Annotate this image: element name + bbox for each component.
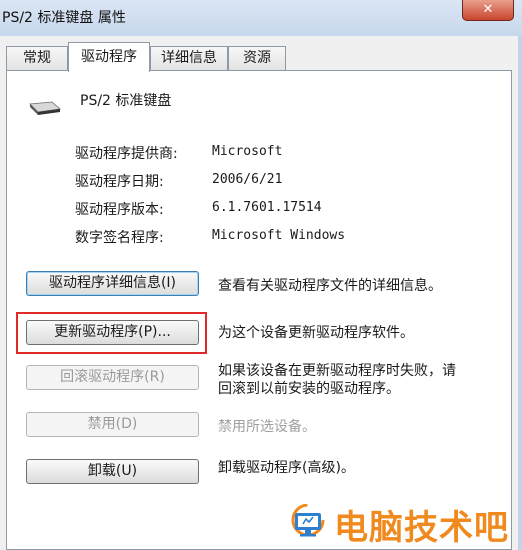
title-bar[interactable]: PS/2 标准键盘 属性 ✕ [0, 0, 522, 36]
uninstall-button[interactable]: 卸载(U) [26, 459, 199, 484]
tab-general[interactable]: 常规 [6, 46, 68, 70]
tab-label: 详细信息 [161, 50, 217, 66]
version-value: 6.1.7601.17514 [212, 200, 322, 215]
tab-details[interactable]: 详细信息 [150, 46, 228, 70]
tab-label: 常规 [23, 50, 51, 66]
driver-details-description: 查看有关驱动程序文件的详细信息。 [218, 278, 442, 294]
version-label: 驱动程序版本: [75, 202, 164, 218]
watermark-text: 电脑技术吧 [334, 508, 509, 548]
rollback-driver-description-line2: 回滚到以前安装的驱动程序。 [218, 381, 400, 397]
disable-button[interactable]: 禁用(D) [26, 412, 199, 437]
tab-label: 资源 [243, 50, 271, 66]
monitor-logo-icon [291, 504, 325, 537]
update-driver-description: 为这个设备更新驱动程序软件。 [218, 325, 414, 341]
watermark: 电脑技术吧 [282, 496, 522, 550]
uninstall-description: 卸载驱动程序(高级)。 [218, 460, 355, 476]
date-value: 2006/6/21 [212, 172, 283, 187]
provider-value: Microsoft [212, 144, 283, 159]
close-icon: ✕ [482, 2, 494, 17]
provider-label: 驱动程序提供商: [75, 146, 178, 162]
device-name: PS/2 标准键盘 [80, 93, 172, 109]
keyboard-icon [29, 101, 61, 115]
date-label: 驱动程序日期: [75, 174, 164, 190]
window-title: PS/2 标准键盘 属性 [2, 10, 126, 26]
signer-label: 数字签名程序: [75, 230, 164, 246]
tab-resources[interactable]: 资源 [228, 46, 286, 70]
signer-value: Microsoft Windows [212, 228, 346, 243]
rollback-driver-description-line1: 如果该设备在更新驱动程序时失败，请 [218, 363, 456, 379]
disable-description: 禁用所选设备。 [218, 419, 316, 435]
tab-label: 驱动程序 [81, 49, 137, 65]
update-driver-button[interactable]: 更新驱动程序(P)... [26, 320, 199, 345]
close-button[interactable]: ✕ [462, 0, 514, 21]
tab-driver[interactable]: 驱动程序 [68, 42, 150, 72]
driver-details-button[interactable]: 驱动程序详细信息(I) [26, 271, 199, 296]
rollback-driver-button[interactable]: 回滚驱动程序(R) [26, 365, 199, 390]
